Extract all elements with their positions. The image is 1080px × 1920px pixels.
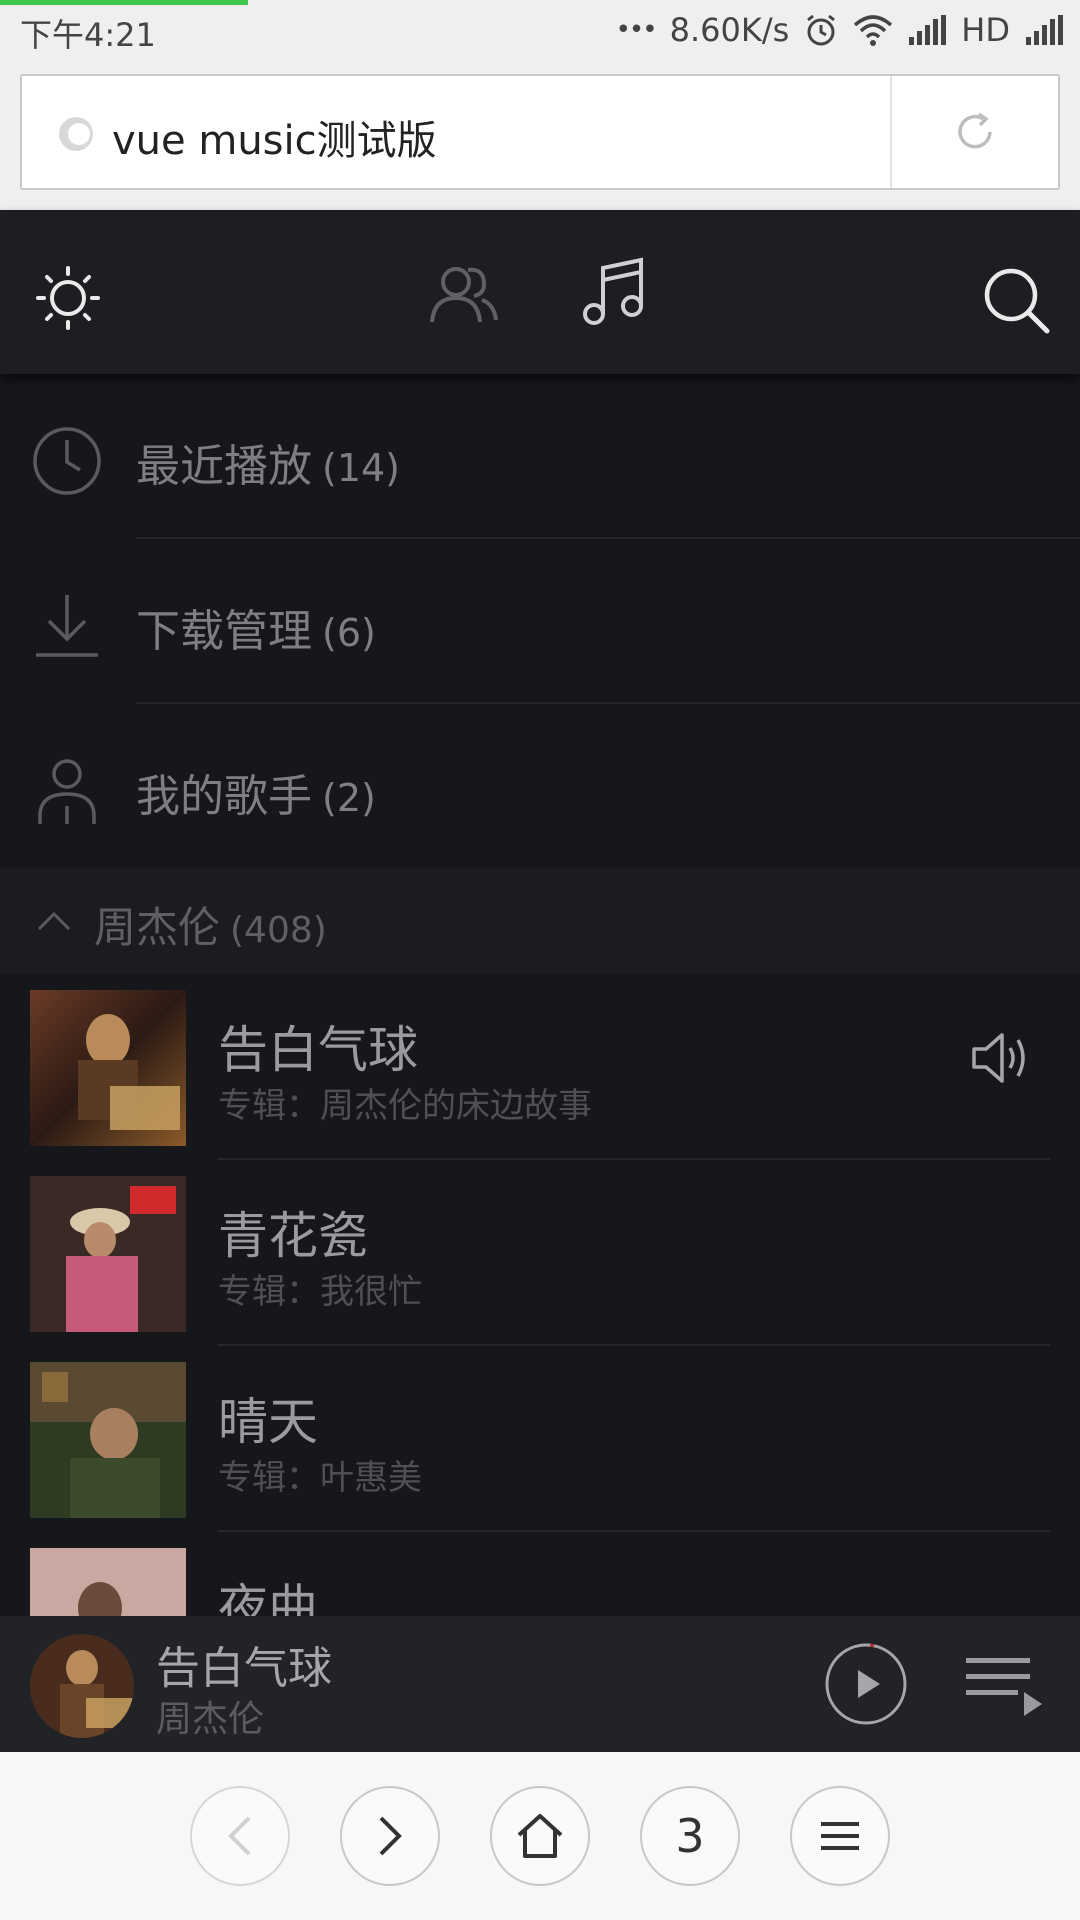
mini-player-cover bbox=[30, 1634, 134, 1738]
tabs-count: 3 bbox=[675, 1809, 705, 1863]
network-speed: 8.60K/s bbox=[669, 11, 790, 49]
person-icon bbox=[38, 759, 96, 824]
hd-label: HD bbox=[961, 11, 1010, 49]
menu-item-label: 最近播放 (14) bbox=[136, 441, 401, 492]
friends-icon bbox=[430, 267, 498, 323]
clock-icon bbox=[33, 427, 101, 495]
album-cover bbox=[30, 1362, 186, 1518]
friends-tab[interactable] bbox=[424, 254, 504, 334]
wifi-icon bbox=[853, 13, 893, 47]
back-button[interactable] bbox=[190, 1786, 290, 1886]
address-text[interactable]: vue music测试版 bbox=[112, 108, 437, 166]
song-row[interactable]: 告白气球 专辑：周杰伦的床边故事 bbox=[0, 974, 1080, 1160]
forward-button[interactable] bbox=[340, 1786, 440, 1886]
album-cover bbox=[30, 1548, 186, 1616]
tabs-button[interactable]: 3 bbox=[640, 1786, 740, 1886]
music-tab[interactable] bbox=[574, 252, 654, 332]
song-album: 专辑：周杰伦的床边故事 bbox=[218, 1086, 592, 1126]
chevron-right-icon bbox=[379, 1816, 402, 1856]
play-button[interactable] bbox=[824, 1642, 908, 1726]
song-album: 专辑：我很忙 bbox=[218, 1272, 422, 1312]
mini-player-artist: 周杰伦 bbox=[156, 1699, 265, 1740]
menu-button[interactable] bbox=[790, 1786, 890, 1886]
reload-button[interactable] bbox=[892, 76, 1058, 188]
artist-group-header[interactable]: 周杰伦 (408) bbox=[0, 868, 1080, 974]
song-title: 青花瓷 bbox=[218, 1207, 368, 1265]
search-icon bbox=[984, 268, 1050, 334]
sun-icon bbox=[36, 266, 100, 330]
mini-player-title: 告白气球 bbox=[156, 1643, 332, 1694]
home-button[interactable] bbox=[490, 1786, 590, 1886]
playlist-button[interactable] bbox=[964, 1652, 1044, 1718]
status-bar: 下午4:21 ••• 8.60K/s HD bbox=[0, 0, 1080, 62]
theme-toggle-button[interactable] bbox=[30, 260, 106, 336]
menu-item-singers[interactable]: 我的歌手 (2) bbox=[0, 704, 1080, 869]
playlist-icon bbox=[966, 1658, 1042, 1716]
song-list: 告白气球 专辑：周杰伦的床边故事 青花瓷 专辑：我很忙 晴天 专辑：叶惠美 夜曲 bbox=[0, 974, 1080, 1616]
song-title: 告白气球 bbox=[218, 1021, 418, 1079]
signal-icon bbox=[1024, 15, 1064, 45]
song-row[interactable]: 青花瓷 专辑：我很忙 bbox=[0, 1160, 1080, 1346]
search-button[interactable] bbox=[976, 260, 1056, 340]
play-icon bbox=[825, 1643, 907, 1725]
menu-item-label: 下载管理 (6) bbox=[136, 606, 376, 657]
group-title: 周杰伦 (408) bbox=[94, 903, 327, 952]
status-time: 下午4:21 bbox=[20, 16, 156, 54]
alarm-icon bbox=[803, 12, 839, 48]
song-title: 晴天 bbox=[218, 1393, 318, 1451]
album-cover bbox=[30, 1176, 186, 1332]
menu-item-label: 我的歌手 (2) bbox=[136, 771, 376, 822]
chevron-up-icon bbox=[37, 911, 71, 931]
signal-icon bbox=[907, 15, 947, 45]
browser-toolbar: 3 bbox=[0, 1752, 1080, 1920]
address-bar[interactable]: vue music测试版 bbox=[20, 74, 1060, 190]
reload-icon bbox=[958, 112, 992, 149]
song-row[interactable]: 夜曲 bbox=[0, 1532, 1080, 1616]
song-row[interactable]: 晴天 专辑：叶惠美 bbox=[0, 1346, 1080, 1532]
music-note-icon bbox=[583, 257, 643, 325]
album-cover bbox=[30, 990, 186, 1146]
menu-item-downloads[interactable]: 下载管理 (6) bbox=[0, 539, 1080, 704]
menu-list: 最近播放 (14) 下载管理 (6) 我的歌手 (2) bbox=[0, 374, 1080, 869]
chevron-left-icon bbox=[228, 1816, 251, 1856]
more-dots: ••• bbox=[615, 15, 658, 45]
download-icon bbox=[36, 595, 98, 657]
song-album: 专辑：叶惠美 bbox=[218, 1458, 422, 1498]
home-icon bbox=[517, 1814, 563, 1858]
status-icons: ••• 8.60K/s HD bbox=[616, 10, 1064, 50]
hamburger-menu-icon bbox=[821, 1822, 859, 1850]
song-title: 夜曲 bbox=[218, 1579, 318, 1616]
page-load-progress bbox=[0, 0, 249, 5]
browser-address-area: vue music测试版 bbox=[0, 62, 1080, 210]
app-header bbox=[0, 210, 1080, 374]
mini-player[interactable]: 告白气球 周杰伦 bbox=[0, 1616, 1080, 1752]
speaker-playing-icon bbox=[972, 1033, 1025, 1083]
site-loading-icon bbox=[56, 114, 96, 158]
menu-item-recent[interactable]: 最近播放 (14) bbox=[0, 374, 1080, 539]
